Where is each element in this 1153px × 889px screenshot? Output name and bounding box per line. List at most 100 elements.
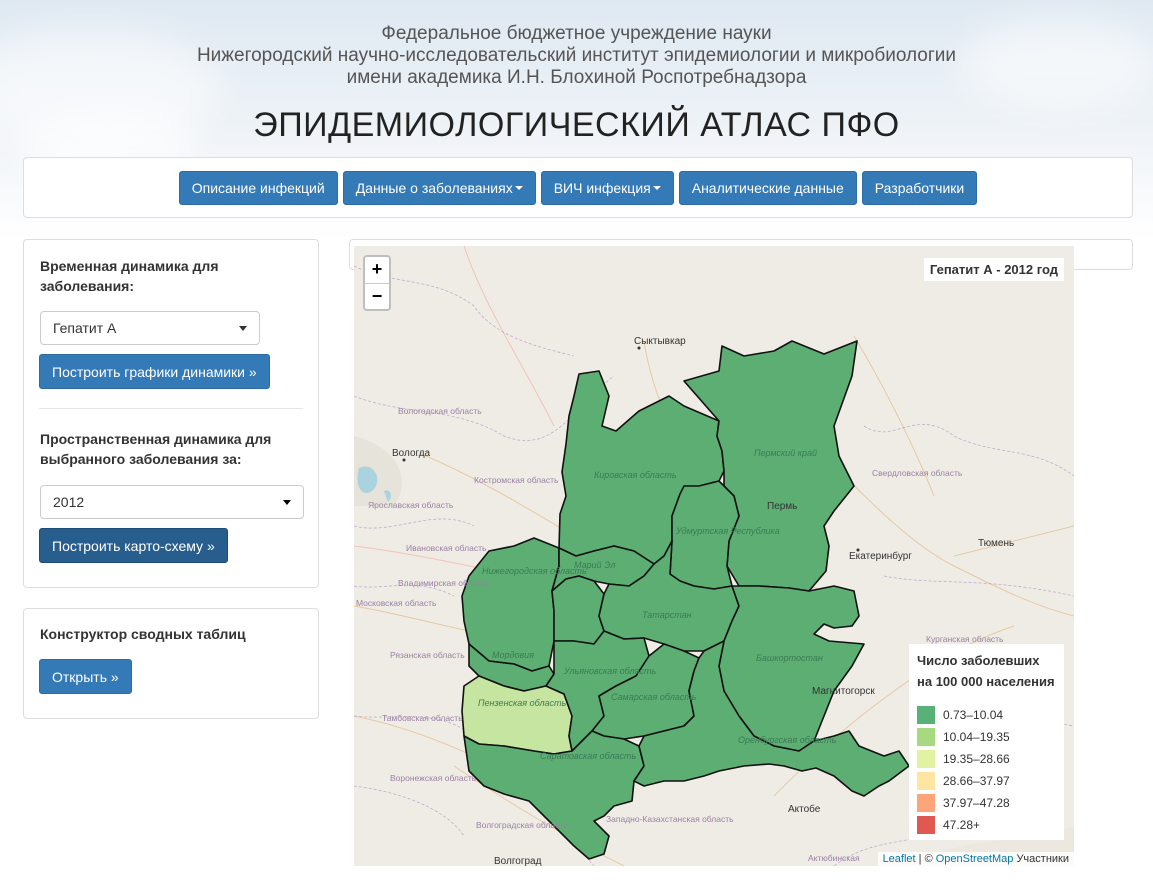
main-navbar: Описание инфекций Данные о заболеваниях …	[23, 157, 1133, 218]
legend-label: 10.04–19.35	[943, 730, 1010, 744]
pivot-label: Конструктор сводных таблиц	[40, 626, 246, 642]
region-label: Курганская область	[926, 634, 1004, 644]
legend-label: 0.73–10.04	[943, 708, 1004, 722]
page-title: ЭПИДЕМИОЛОГИЧЕСКИЙ АТЛАС ПФО	[253, 106, 900, 144]
osm-link[interactable]: OpenStreetMap	[936, 853, 1014, 865]
legend-swatch	[917, 728, 935, 746]
nav-developers-button[interactable]: Разработчики	[861, 170, 978, 205]
city-label: Актобе	[788, 803, 821, 815]
temporal-label: Временная динамика для заболевания:	[40, 258, 219, 294]
legend-swatch	[917, 794, 935, 812]
map-title: Гепатит А - 2012 год	[923, 258, 1064, 281]
legend-swatch	[917, 750, 935, 768]
map-legend: Число заболевших на 100 000 населения 0.…	[909, 644, 1064, 840]
city-label: Волгоград	[494, 856, 542, 866]
button-label: Построить графики динамики »	[52, 363, 257, 380]
dynamics-panel: Временная динамика для заболевания: Гепа…	[23, 239, 319, 588]
city-label: Пермь	[767, 501, 797, 512]
chevron-down-icon	[283, 500, 291, 505]
city-label: Екатеринбург	[849, 550, 912, 562]
region-label: Рязанская область	[390, 650, 465, 660]
region-label: Волгоградская область	[476, 820, 568, 830]
legend-item: 19.35–28.66	[917, 748, 1056, 770]
region-label: Актюбинская	[808, 853, 860, 863]
legend-label: 37.97–47.28	[943, 796, 1010, 810]
nav-label: Описание инфекций	[191, 179, 325, 196]
nav-label: Аналитические данные	[691, 179, 844, 196]
caret-down-icon	[652, 185, 661, 190]
build-map-button[interactable]: Построить карто-схему »	[39, 528, 228, 563]
disease-select[interactable]: Гепатит А	[40, 311, 260, 345]
button-label: Открыть »	[52, 668, 119, 685]
region-label: Владимирская область	[398, 578, 490, 588]
caret-down-icon	[514, 185, 523, 190]
legend-item: 28.66–37.97	[917, 770, 1056, 792]
city-dot	[402, 458, 406, 462]
region-label: Кировская область	[594, 470, 677, 480]
nav-infections-button[interactable]: Описание инфекций	[178, 170, 338, 205]
region-label: Нижегородская область	[482, 566, 587, 576]
nav-label: Разработчики	[874, 179, 965, 196]
attribution-contributors: Участники	[1013, 853, 1069, 865]
region-label: Мордовия	[492, 650, 534, 660]
button-label: Построить карто-схему »	[52, 537, 215, 554]
legend-swatch	[917, 816, 935, 834]
region-chuvashia[interactable]	[551, 575, 605, 645]
institution-line-1: Федеральное бюджетное учреждение науки	[381, 23, 772, 44]
legend-swatch	[917, 706, 935, 724]
city-dot	[637, 346, 641, 350]
legend-swatch	[917, 772, 935, 790]
region-label: Ивановская область	[406, 543, 487, 553]
nav-hiv-button[interactable]: ВИЧ инфекция	[540, 170, 674, 205]
region-label: Костромская область	[474, 475, 559, 485]
spatial-label: Пространственная динамика для выбранного…	[40, 431, 272, 467]
legend-title-line-2: на 100 000 населения	[917, 674, 1055, 689]
legend-item: 37.97–47.28	[917, 792, 1056, 814]
nav-label: ВИЧ инфекция	[553, 179, 651, 196]
region-label: Оренбургская область	[738, 735, 837, 745]
legend-label: 47.28+	[943, 818, 981, 832]
region-label: Марий Эл	[574, 560, 615, 570]
legend-label: 28.66–37.97	[943, 774, 1010, 788]
region-label: Самарская область	[611, 692, 697, 702]
divider	[39, 408, 303, 409]
region-label: Башкортостан	[756, 653, 823, 663]
zoom-out-button[interactable]: −	[365, 283, 389, 309]
legend-title-line-1: Число заболевших	[917, 653, 1040, 668]
legend-item: 10.04–19.35	[917, 726, 1056, 748]
map-attribution: Leaflet | © OpenStreetMap Участники	[877, 852, 1074, 866]
build-charts-button[interactable]: Построить графики динамики »	[39, 354, 270, 389]
city-label: Вологда	[392, 448, 431, 459]
region-label: Ярославская область	[368, 500, 454, 510]
zoom-in-button[interactable]: +	[365, 257, 389, 283]
region-label: Тамбовская область	[382, 713, 463, 723]
city-dot	[856, 548, 860, 552]
year-select-value: 2012	[53, 494, 85, 510]
choropleth-map[interactable]: Сыктывкар Вологда Пермь Екатеринбург Тюм…	[354, 246, 1074, 866]
city-label: Сыктывкар	[634, 336, 686, 347]
city-label: Тюмень	[978, 538, 1014, 549]
leaflet-link[interactable]: Leaflet	[883, 853, 916, 865]
region-label: Московская область	[356, 598, 437, 608]
region-label: Татарстан	[642, 610, 692, 620]
institution-line-2: Нижегородский научно-исследовательский и…	[196, 45, 957, 66]
region-label: Западно-Казахстанская область	[606, 814, 734, 824]
legend-item: 47.28+	[917, 814, 1056, 836]
region-label: Пермский край	[754, 448, 817, 458]
region-label: Ульяновская область	[563, 666, 657, 676]
attribution-separator: | ©	[915, 853, 936, 865]
open-pivot-button[interactable]: Открыть »	[39, 659, 132, 694]
pivot-panel: Конструктор сводных таблиц Открыть »	[23, 608, 319, 719]
city-label: Магнитогорск	[812, 686, 875, 697]
nav-analytics-button[interactable]: Аналитические данные	[678, 170, 857, 205]
nav-disease-data-button[interactable]: Данные о заболеваниях	[342, 170, 536, 205]
region-label: Воронежская область	[390, 773, 477, 783]
chevron-down-icon	[239, 326, 247, 331]
region-label: Саратовская область	[540, 751, 637, 761]
region-label: Вологодская область	[398, 406, 482, 416]
year-select[interactable]: 2012	[40, 485, 304, 519]
region-label: Пензенская область	[478, 698, 567, 708]
nav-label: Данные о заболеваниях	[355, 179, 513, 196]
legend-item: 0.73–10.04	[917, 704, 1056, 726]
institution-line-3: имени академика И.Н. Блохиной Роспотребн…	[346, 67, 807, 88]
